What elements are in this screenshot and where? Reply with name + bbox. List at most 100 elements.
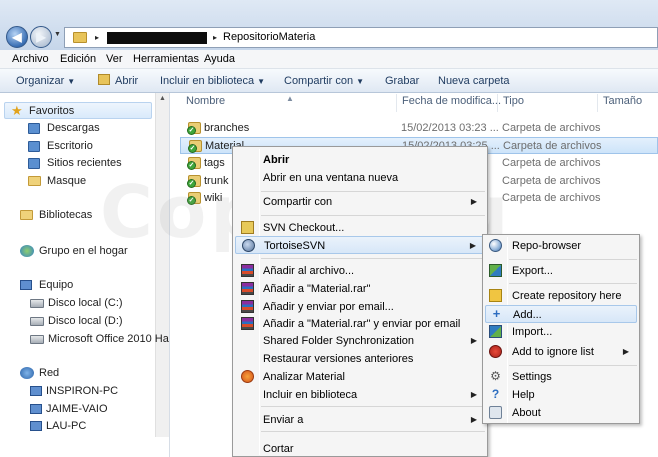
open-button[interactable]: Abrir xyxy=(115,75,138,87)
menu-separator xyxy=(261,431,485,432)
ctx-open[interactable]: Abrir xyxy=(235,151,485,169)
menu-separator xyxy=(261,258,485,259)
breadcrumb-current[interactable]: RepositorioMateria xyxy=(223,31,315,43)
svn-folder-icon: ✓ xyxy=(188,140,202,153)
help-icon: ? xyxy=(491,387,500,401)
share-button[interactable]: Compartir con ▼ xyxy=(284,75,364,87)
libraries-icon xyxy=(20,210,33,220)
network-icon xyxy=(20,367,34,379)
back-button[interactable]: ◀ xyxy=(6,26,28,48)
address-input[interactable]: ▸ ▸ RepositorioMateria xyxy=(64,27,658,48)
homegroup-icon xyxy=(20,245,34,257)
ctx-open-new-window[interactable]: Abrir en una ventana nueva xyxy=(235,169,485,187)
submenu-arrow-icon: ▶ xyxy=(470,336,477,345)
svn-folder-icon: ✓ xyxy=(187,192,201,205)
winrar-icon xyxy=(241,264,254,277)
column-divider[interactable] xyxy=(497,94,498,112)
redacted-path-segment xyxy=(107,32,207,44)
ctx-restore-versions[interactable]: Restaurar versiones anteriores xyxy=(235,350,485,368)
column-header-size[interactable]: Tamaño xyxy=(603,95,642,107)
svn-add[interactable]: + Add... xyxy=(485,305,637,323)
include-library-button[interactable]: Incluir en biblioteca ▼ xyxy=(160,75,265,87)
svn-checkout-icon xyxy=(241,221,254,234)
submenu-arrow-icon: ▶ xyxy=(470,390,477,399)
tortoisesvn-icon xyxy=(242,239,255,252)
menu-separator xyxy=(261,215,485,216)
ctx-add-rar-email[interactable]: Añadir a "Material.rar" y enviar por ema… xyxy=(235,315,485,333)
breadcrumb-separator-icon[interactable]: ▸ xyxy=(213,33,217,42)
nav-scrollbar[interactable]: ▲ xyxy=(155,93,169,437)
svn-add-ignore-list[interactable]: Add to ignore list ▶ xyxy=(485,343,637,361)
tortoisesvn-submenu: Repo-browser Export... Create repository… xyxy=(482,234,640,424)
svn-settings[interactable]: ⚙ Settings xyxy=(485,368,637,386)
menu-herramientas[interactable]: Herramientas xyxy=(133,53,199,65)
folder-icon xyxy=(28,176,41,186)
command-bar: Organizar ▼ Abrir Incluir en biblioteca ▼ … xyxy=(0,69,658,93)
file-row[interactable]: ✓ branches 15/02/2013 03:23 ... Carpeta … xyxy=(180,120,658,137)
sort-ascending-icon: ▲ xyxy=(286,94,294,103)
ctx-add-rar[interactable]: Añadir a "Material.rar" xyxy=(235,280,485,298)
ctx-share-with[interactable]: Compartir con ▶ xyxy=(235,193,485,211)
column-header-type[interactable]: Tipo xyxy=(503,95,524,107)
column-divider[interactable] xyxy=(597,94,598,112)
organize-button[interactable]: Organizar ▼ xyxy=(16,75,75,87)
scroll-up-icon[interactable]: ▲ xyxy=(159,95,166,102)
ctx-add-email[interactable]: Añadir y enviar por email... xyxy=(235,298,485,316)
computer-icon xyxy=(30,404,42,414)
context-menu: Abrir Abrir en una ventana nueva Compart… xyxy=(232,146,488,457)
svn-repo-browser[interactable]: Repo-browser xyxy=(485,237,637,255)
new-folder-button[interactable]: Nueva carpeta xyxy=(438,75,510,87)
ctx-scan[interactable]: Analizar Material xyxy=(235,368,485,386)
antivirus-icon xyxy=(241,370,254,383)
menu-separator xyxy=(509,259,637,260)
menu-archivo[interactable]: Archivo xyxy=(12,53,49,65)
svn-create-repository[interactable]: Create repository here xyxy=(485,287,637,305)
desktop-icon xyxy=(28,141,40,152)
repo-browser-icon xyxy=(489,239,502,252)
about-icon xyxy=(489,406,502,419)
drive-icon xyxy=(30,317,44,326)
nav-favorites[interactable]: ★ Favoritos xyxy=(4,102,152,119)
breadcrumb-separator-icon[interactable]: ▸ xyxy=(95,33,99,42)
svn-folder-icon: ✓ xyxy=(187,175,201,188)
ignore-icon xyxy=(489,345,502,358)
burn-button[interactable]: Grabar xyxy=(385,75,419,87)
menu-separator xyxy=(509,283,637,284)
downloads-folder-icon xyxy=(28,123,40,134)
ctx-send-to[interactable]: Enviar a ▶ xyxy=(235,411,485,429)
svn-about[interactable]: About xyxy=(485,404,637,422)
forward-button[interactable]: ▶ xyxy=(30,26,52,48)
drive-icon xyxy=(30,299,44,308)
menu-edicion[interactable]: Edición xyxy=(60,53,96,65)
column-header-date[interactable]: Fecha de modifica... xyxy=(402,95,501,107)
menu-separator xyxy=(509,365,637,366)
winrar-icon xyxy=(241,300,254,313)
address-bar-area: ◀ ▶ ▼ ▸ ▸ RepositorioMateria xyxy=(0,0,658,50)
star-icon: ★ xyxy=(11,103,23,118)
recent-places-icon xyxy=(28,158,40,169)
ctx-add-archive[interactable]: Añadir al archivo... xyxy=(235,262,485,280)
add-plus-icon: + xyxy=(492,306,501,321)
menu-ver[interactable]: Ver xyxy=(106,53,123,65)
column-divider[interactable] xyxy=(396,94,397,112)
import-icon xyxy=(489,325,502,338)
submenu-arrow-icon: ▶ xyxy=(470,197,477,206)
svn-import[interactable]: Import... xyxy=(485,323,637,341)
svn-help[interactable]: ? Help xyxy=(485,386,637,404)
ctx-shared-folder-sync[interactable]: Shared Folder Synchronization ▶ xyxy=(235,332,485,350)
svn-export[interactable]: Export... xyxy=(485,262,637,280)
column-header-name[interactable]: Nombre xyxy=(186,95,225,107)
recent-pages-chevron-down-icon[interactable]: ▼ xyxy=(54,31,61,38)
ctx-svn-checkout[interactable]: SVN Checkout... xyxy=(235,219,485,237)
menu-ayuda[interactable]: Ayuda xyxy=(204,53,235,65)
ctx-tortoisesvn[interactable]: TortoiseSVN ▶ xyxy=(235,236,485,254)
submenu-arrow-icon: ▶ xyxy=(470,415,477,424)
computer-icon xyxy=(30,386,42,396)
winrar-icon xyxy=(241,282,254,295)
folder-icon xyxy=(73,32,87,43)
drive-icon xyxy=(30,335,44,344)
ctx-cut[interactable]: Cortar xyxy=(235,434,485,456)
submenu-arrow-icon: ▶ xyxy=(469,241,476,250)
create-repository-icon xyxy=(489,289,502,302)
ctx-include-library[interactable]: Incluir en biblioteca ▶ xyxy=(235,386,485,404)
